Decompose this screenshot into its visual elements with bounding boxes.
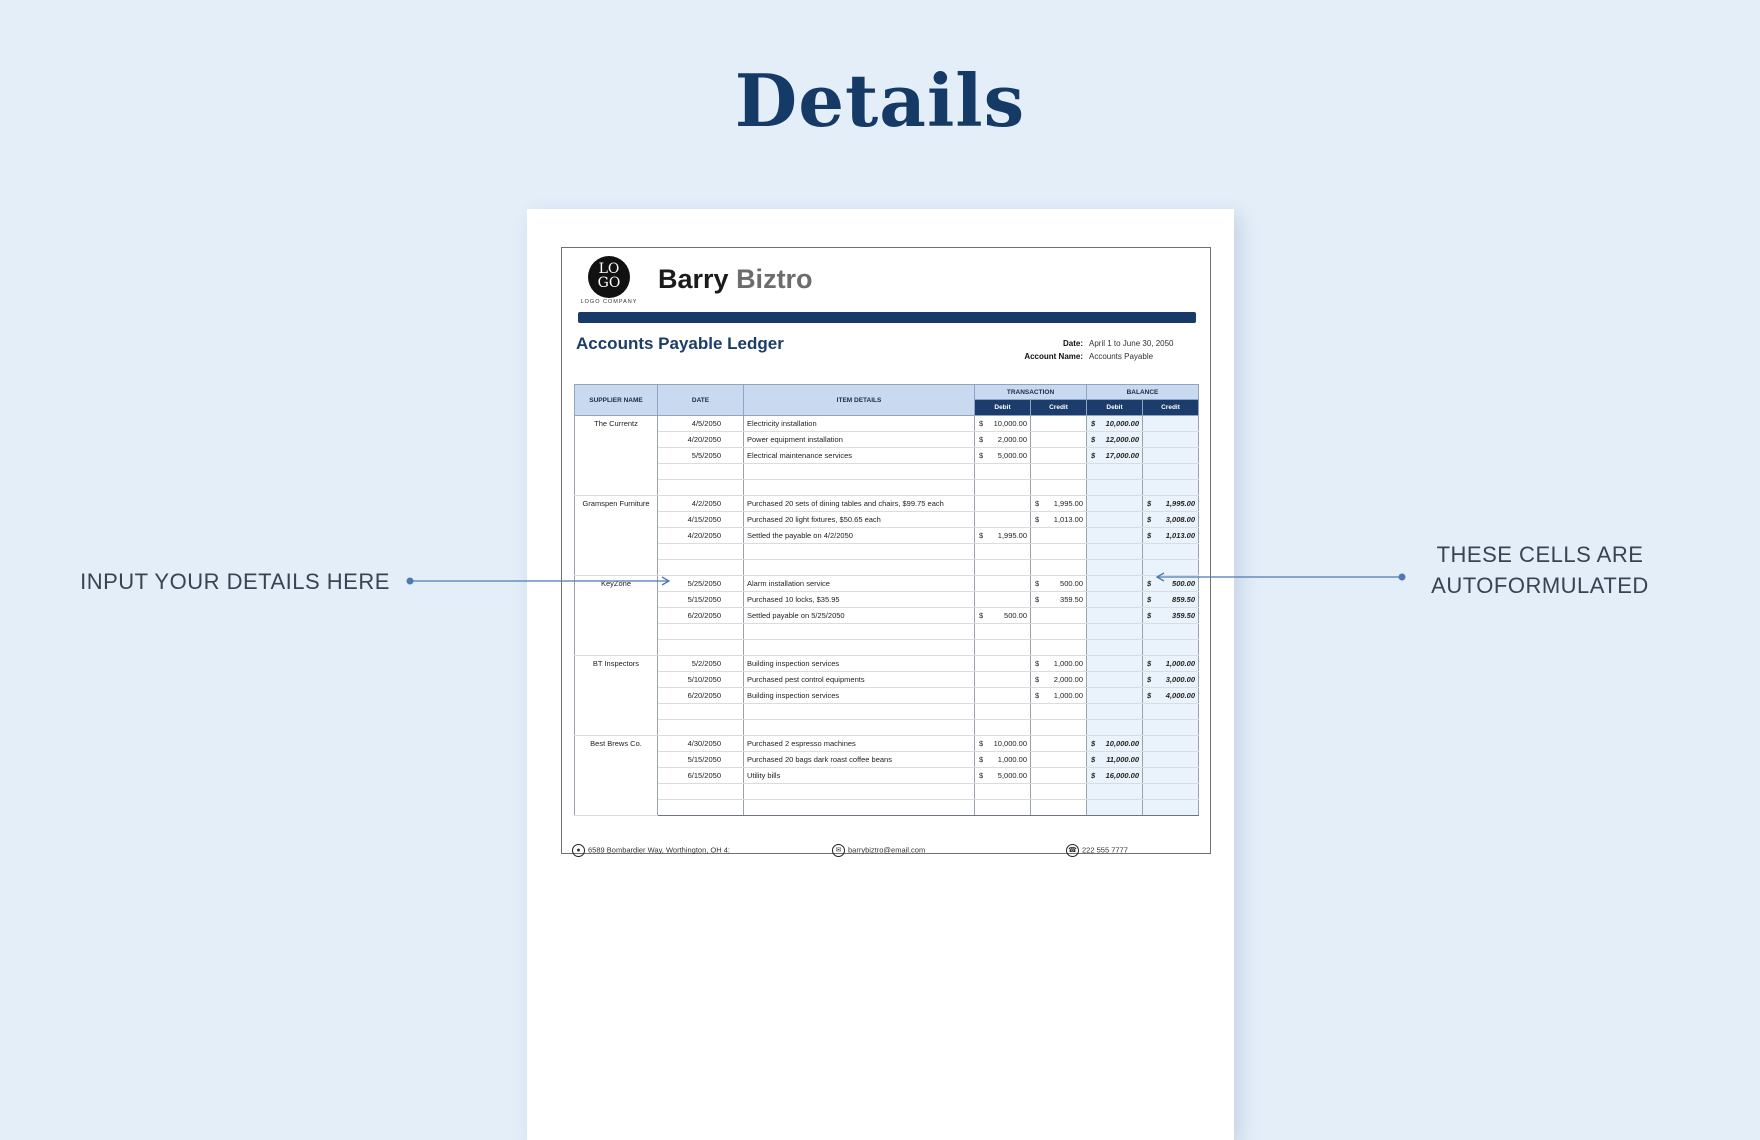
callout-arrows — [406, 572, 1406, 586]
right-callout-arrow — [1155, 572, 1406, 582]
left-callout-arrow — [406, 576, 671, 586]
